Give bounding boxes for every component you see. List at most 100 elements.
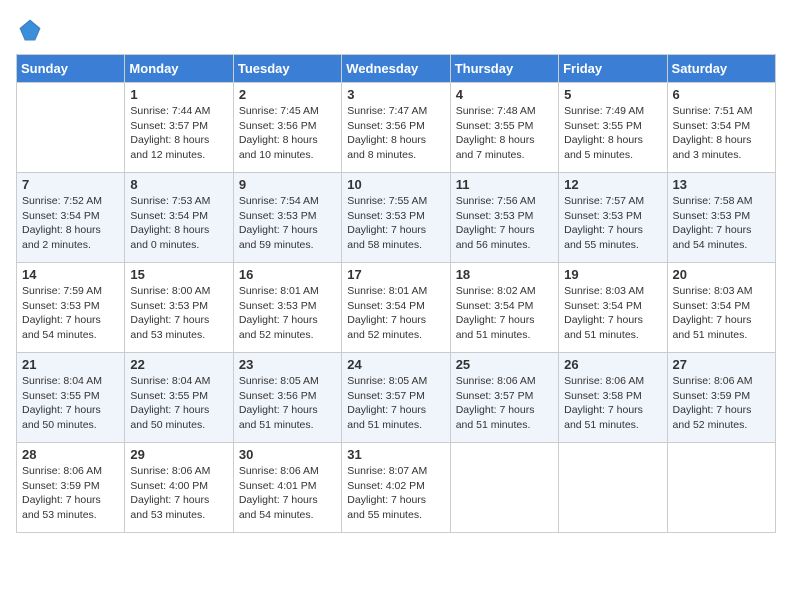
day-number: 17 (347, 267, 444, 282)
calendar-cell: 18 Sunrise: 8:02 AM Sunset: 3:54 PM Dayli… (450, 263, 558, 353)
col-header-wednesday: Wednesday (342, 55, 450, 83)
header-row: SundayMondayTuesdayWednesdayThursdayFrid… (17, 55, 776, 83)
day-number: 3 (347, 87, 444, 102)
day-number: 1 (130, 87, 227, 102)
day-info: Sunrise: 8:04 AM Sunset: 3:55 PM Dayligh… (130, 374, 227, 433)
col-header-friday: Friday (559, 55, 667, 83)
day-info: Sunrise: 8:06 AM Sunset: 3:59 PM Dayligh… (673, 374, 770, 433)
day-number: 16 (239, 267, 336, 282)
calendar-week-2: 7 Sunrise: 7:52 AM Sunset: 3:54 PM Daylig… (17, 173, 776, 263)
calendar-cell: 12Sunrise: 7:57 AM Sunset: 3:53 PM Dayli… (559, 173, 667, 263)
day-info: Sunrise: 8:02 AM Sunset: 3:54 PM Dayligh… (456, 284, 553, 343)
calendar-cell (450, 443, 558, 533)
calendar-cell: 7 Sunrise: 7:52 AM Sunset: 3:54 PM Daylig… (17, 173, 125, 263)
calendar-cell: 11 Sunrise: 7:56 AM Sunset: 3:53 PM Dayli… (450, 173, 558, 263)
day-info: Sunrise: 7:44 AM Sunset: 3:57 PM Dayligh… (130, 104, 227, 163)
calendar-cell: 3 Sunrise: 7:47 AM Sunset: 3:56 PM Daylig… (342, 83, 450, 173)
day-number: 4 (456, 87, 553, 102)
calendar-table: SundayMondayTuesdayWednesdayThursdayFrid… (16, 54, 776, 533)
day-info: Sunrise: 7:47 AM Sunset: 3:56 PM Dayligh… (347, 104, 444, 163)
day-number: 9 (239, 177, 336, 192)
day-info: Sunrise: 8:07 AM Sunset: 4:02 PM Dayligh… (347, 464, 444, 523)
day-info: Sunrise: 7:45 AM Sunset: 3:56 PM Dayligh… (239, 104, 336, 163)
day-info: Sunrise: 8:03 AM Sunset: 3:54 PM Dayligh… (673, 284, 770, 343)
day-info: Sunrise: 7:57 AM Sunset: 3:53 PM Dayligh… (564, 194, 661, 253)
calendar-cell (17, 83, 125, 173)
calendar-cell: 8Sunrise: 7:53 AM Sunset: 3:54 PM Daylig… (125, 173, 233, 263)
calendar-cell: 13 Sunrise: 7:58 AM Sunset: 3:53 PM Dayli… (667, 173, 775, 263)
calendar-cell: 5Sunrise: 7:49 AM Sunset: 3:55 PM Daylig… (559, 83, 667, 173)
calendar-week-3: 14 Sunrise: 7:59 AM Sunset: 3:53 PM Dayli… (17, 263, 776, 353)
calendar-cell: 1 Sunrise: 7:44 AM Sunset: 3:57 PM Daylig… (125, 83, 233, 173)
calendar-cell: 21 Sunrise: 8:04 AM Sunset: 3:55 PM Dayli… (17, 353, 125, 443)
logo-icon (16, 16, 44, 44)
calendar-cell: 26 Sunrise: 8:06 AM Sunset: 3:58 PM Dayli… (559, 353, 667, 443)
calendar-cell: 15Sunrise: 8:00 AM Sunset: 3:53 PM Dayli… (125, 263, 233, 353)
calendar-week-5: 28 Sunrise: 8:06 AM Sunset: 3:59 PM Dayli… (17, 443, 776, 533)
day-info: Sunrise: 7:58 AM Sunset: 3:53 PM Dayligh… (673, 194, 770, 253)
day-info: Sunrise: 7:51 AM Sunset: 3:54 PM Dayligh… (673, 104, 770, 163)
day-info: Sunrise: 8:03 AM Sunset: 3:54 PM Dayligh… (564, 284, 661, 343)
calendar-cell: 17Sunrise: 8:01 AM Sunset: 3:54 PM Dayli… (342, 263, 450, 353)
calendar-cell: 22 Sunrise: 8:04 AM Sunset: 3:55 PM Dayli… (125, 353, 233, 443)
day-number: 15 (130, 267, 227, 282)
calendar-cell: 29Sunrise: 8:06 AM Sunset: 4:00 PM Dayli… (125, 443, 233, 533)
day-number: 11 (456, 177, 553, 192)
day-info: Sunrise: 8:06 AM Sunset: 4:01 PM Dayligh… (239, 464, 336, 523)
calendar-week-4: 21 Sunrise: 8:04 AM Sunset: 3:55 PM Dayli… (17, 353, 776, 443)
day-info: Sunrise: 7:59 AM Sunset: 3:53 PM Dayligh… (22, 284, 119, 343)
day-info: Sunrise: 8:04 AM Sunset: 3:55 PM Dayligh… (22, 374, 119, 433)
calendar-cell: 10 Sunrise: 7:55 AM Sunset: 3:53 PM Dayli… (342, 173, 450, 263)
logo (16, 16, 46, 44)
day-number: 22 (130, 357, 227, 372)
day-info: Sunrise: 7:56 AM Sunset: 3:53 PM Dayligh… (456, 194, 553, 253)
calendar-cell: 20Sunrise: 8:03 AM Sunset: 3:54 PM Dayli… (667, 263, 775, 353)
page-header (16, 16, 776, 44)
calendar-cell: 6 Sunrise: 7:51 AM Sunset: 3:54 PM Daylig… (667, 83, 775, 173)
day-number: 23 (239, 357, 336, 372)
calendar-cell (667, 443, 775, 533)
calendar-cell: 25 Sunrise: 8:06 AM Sunset: 3:57 PM Dayli… (450, 353, 558, 443)
day-number: 28 (22, 447, 119, 462)
day-info: Sunrise: 8:05 AM Sunset: 3:57 PM Dayligh… (347, 374, 444, 433)
day-info: Sunrise: 8:06 AM Sunset: 3:57 PM Dayligh… (456, 374, 553, 433)
day-info: Sunrise: 7:55 AM Sunset: 3:53 PM Dayligh… (347, 194, 444, 253)
calendar-cell: 19 Sunrise: 8:03 AM Sunset: 3:54 PM Dayli… (559, 263, 667, 353)
day-number: 14 (22, 267, 119, 282)
day-info: Sunrise: 8:01 AM Sunset: 3:53 PM Dayligh… (239, 284, 336, 343)
day-number: 13 (673, 177, 770, 192)
calendar-cell (559, 443, 667, 533)
day-number: 26 (564, 357, 661, 372)
calendar-cell: 23 Sunrise: 8:05 AM Sunset: 3:56 PM Dayli… (233, 353, 341, 443)
day-info: Sunrise: 7:53 AM Sunset: 3:54 PM Dayligh… (130, 194, 227, 253)
col-header-monday: Monday (125, 55, 233, 83)
calendar-cell: 27Sunrise: 8:06 AM Sunset: 3:59 PM Dayli… (667, 353, 775, 443)
day-info: Sunrise: 7:54 AM Sunset: 3:53 PM Dayligh… (239, 194, 336, 253)
calendar-cell: 16 Sunrise: 8:01 AM Sunset: 3:53 PM Dayli… (233, 263, 341, 353)
day-number: 31 (347, 447, 444, 462)
day-info: Sunrise: 8:06 AM Sunset: 3:59 PM Dayligh… (22, 464, 119, 523)
calendar-cell: 30Sunrise: 8:06 AM Sunset: 4:01 PM Dayli… (233, 443, 341, 533)
calendar-week-1: 1 Sunrise: 7:44 AM Sunset: 3:57 PM Daylig… (17, 83, 776, 173)
day-info: Sunrise: 7:48 AM Sunset: 3:55 PM Dayligh… (456, 104, 553, 163)
day-number: 21 (22, 357, 119, 372)
day-number: 25 (456, 357, 553, 372)
col-header-sunday: Sunday (17, 55, 125, 83)
calendar-cell: 2Sunrise: 7:45 AM Sunset: 3:56 PM Daylig… (233, 83, 341, 173)
calendar-cell: 28 Sunrise: 8:06 AM Sunset: 3:59 PM Dayli… (17, 443, 125, 533)
day-info: Sunrise: 8:06 AM Sunset: 4:00 PM Dayligh… (130, 464, 227, 523)
col-header-thursday: Thursday (450, 55, 558, 83)
calendar-cell: 14 Sunrise: 7:59 AM Sunset: 3:53 PM Dayli… (17, 263, 125, 353)
day-number: 18 (456, 267, 553, 282)
day-info: Sunrise: 8:06 AM Sunset: 3:58 PM Dayligh… (564, 374, 661, 433)
day-number: 24 (347, 357, 444, 372)
day-info: Sunrise: 7:49 AM Sunset: 3:55 PM Dayligh… (564, 104, 661, 163)
day-number: 7 (22, 177, 119, 192)
day-number: 10 (347, 177, 444, 192)
day-number: 19 (564, 267, 661, 282)
day-number: 6 (673, 87, 770, 102)
col-header-tuesday: Tuesday (233, 55, 341, 83)
day-info: Sunrise: 7:52 AM Sunset: 3:54 PM Dayligh… (22, 194, 119, 253)
day-info: Sunrise: 8:05 AM Sunset: 3:56 PM Dayligh… (239, 374, 336, 433)
calendar-cell: 24 Sunrise: 8:05 AM Sunset: 3:57 PM Dayli… (342, 353, 450, 443)
